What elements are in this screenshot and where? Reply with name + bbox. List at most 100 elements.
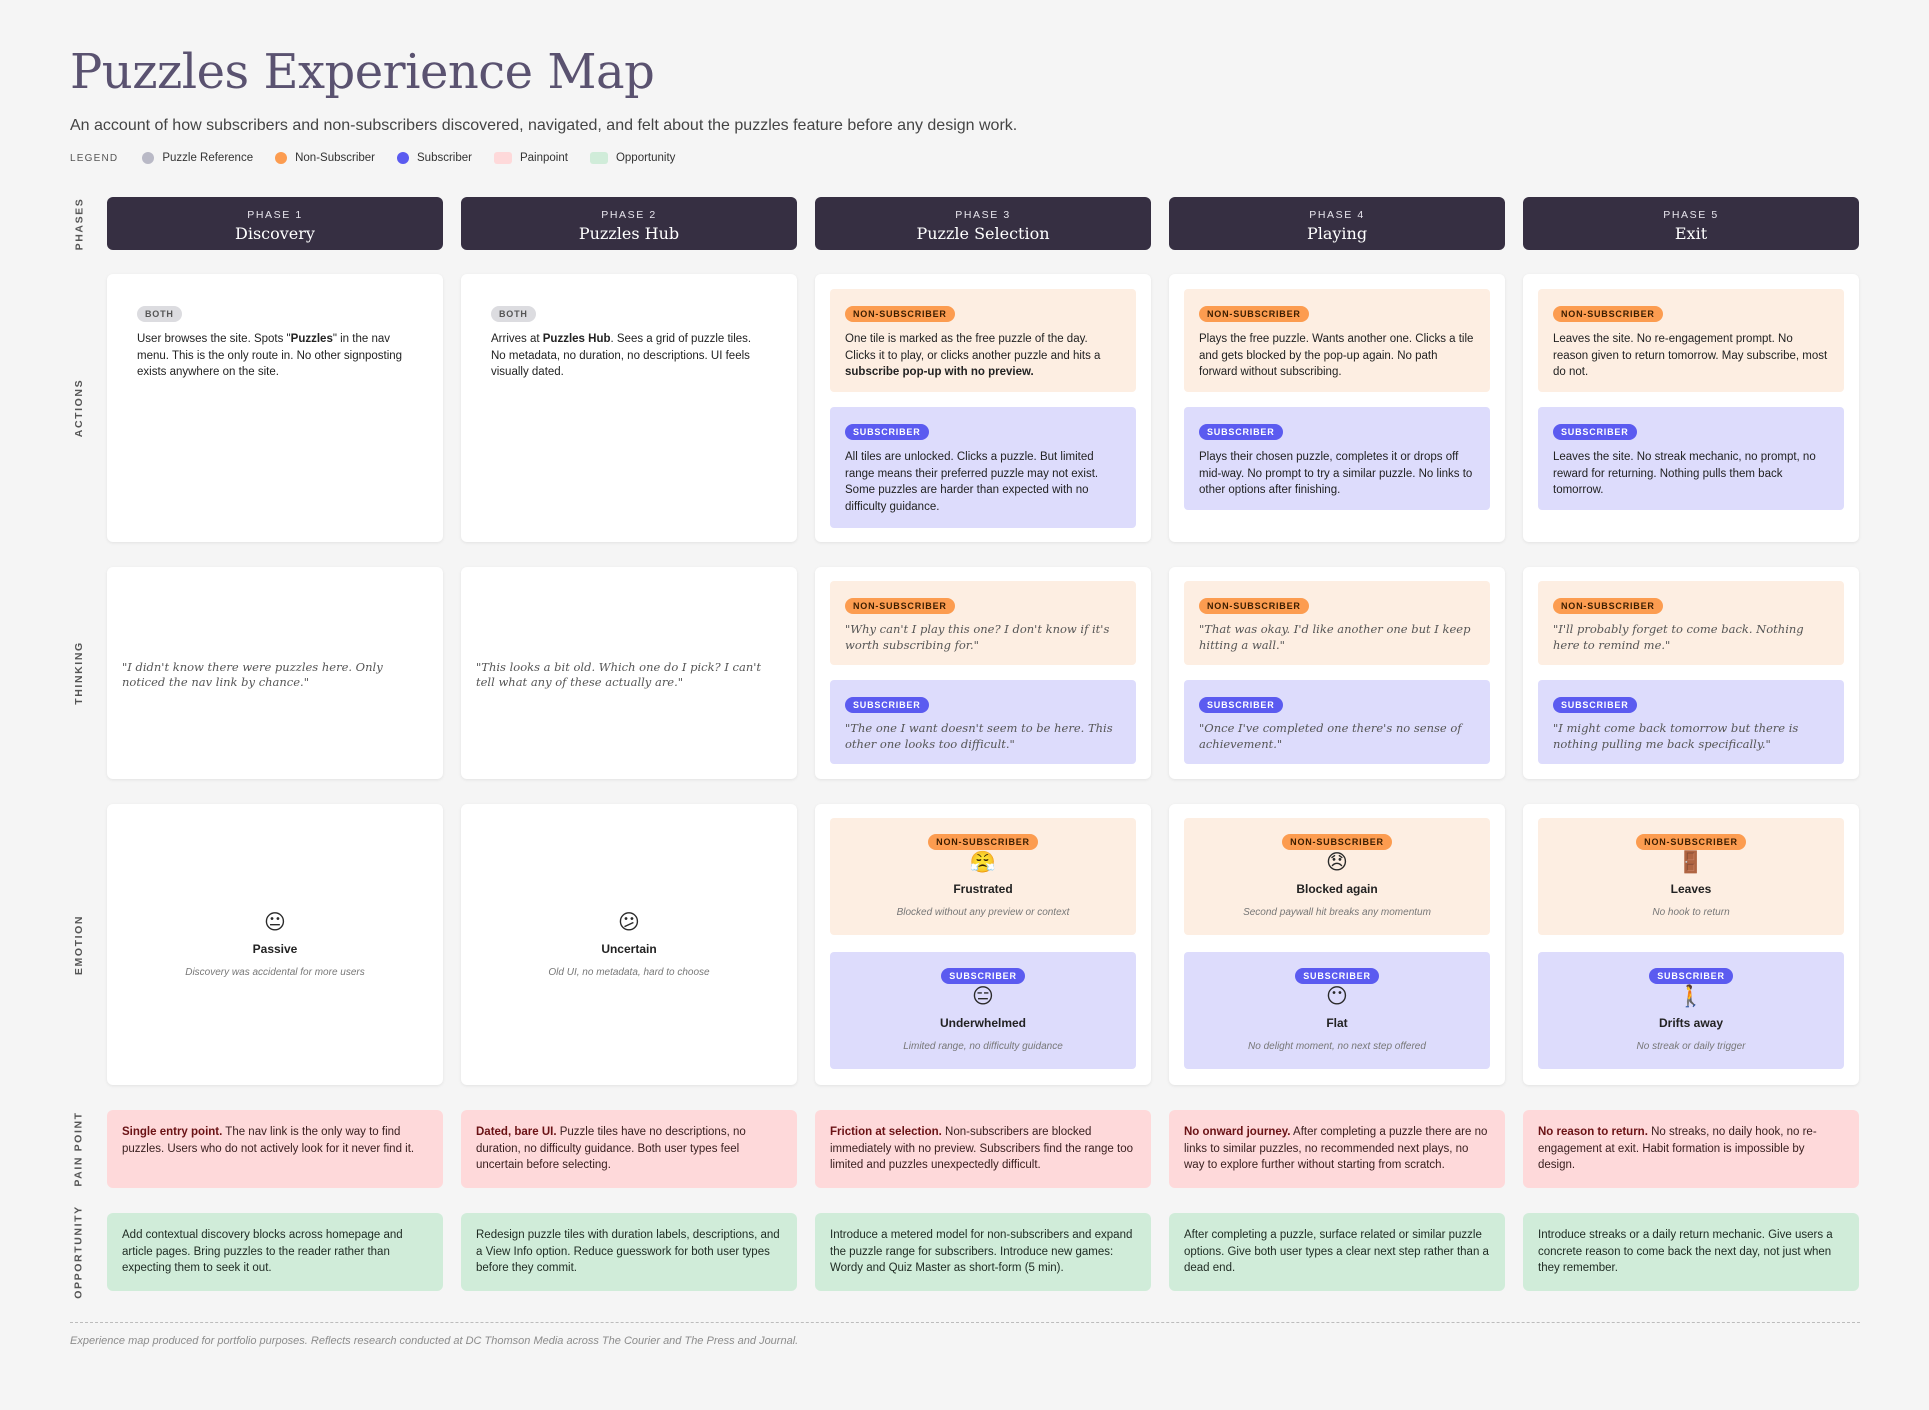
frustrated-face-icon: 😤	[969, 851, 997, 874]
phase-number: PHASE 4	[1309, 209, 1365, 221]
row-label-pain-point: PAIN POINT	[73, 1111, 85, 1187]
emotion-description: Limited range, no difficulty guidance	[903, 1041, 1063, 1052]
emotion-description: Second paywall hit breaks any momentum	[1243, 907, 1431, 918]
non-subscriber-thinking: NON-SUBSCRIBER "Why can't I play this on…	[830, 581, 1136, 665]
legend-item-opportunity: Opportunity	[589, 152, 676, 164]
thinking-card-puzzle-selection: NON-SUBSCRIBER "Why can't I play this on…	[815, 567, 1151, 779]
pain-point-puzzle-selection: Friction at selection. Non-subscribers a…	[815, 1110, 1151, 1188]
emotion-card-exit: NON-SUBSCRIBER 🚪 Leaves No hook to retur…	[1523, 804, 1859, 1085]
page-title: Puzzles Experience Map	[70, 44, 655, 100]
opportunity-exit: Introduce streaks or a daily return mech…	[1523, 1213, 1859, 1291]
tag-non-subscriber: NON-SUBSCRIBER	[845, 306, 955, 322]
actions-card-puzzle-selection: NON-SUBSCRIBER One tile is marked as the…	[815, 274, 1151, 542]
thinking-card-discovery: "I didn't know there were puzzles here. …	[107, 567, 443, 779]
expressionless-face-icon: 😑	[972, 985, 994, 1008]
phase-name: Discovery	[235, 224, 315, 243]
action-text: Arrives at Puzzles Hub. Sees a grid of p…	[491, 333, 752, 378]
subscriber-action: SUBSCRIBER Plays their chosen puzzle, co…	[1184, 407, 1490, 510]
row-label-opportunity: OPPORTUNITY	[73, 1205, 86, 1299]
thinking-quote: "The one I want doesn't seem to be here.…	[845, 721, 1113, 751]
tag-both: BOTH	[137, 306, 182, 322]
disappointed-face-icon: 😞	[1326, 851, 1348, 874]
tag-subscriber: SUBSCRIBER	[1553, 424, 1637, 440]
row-label-thinking: THINKING	[73, 641, 86, 705]
legend-swatch	[493, 152, 512, 164]
legend-item-label: Subscriber	[417, 152, 472, 164]
phase-number: PHASE 5	[1663, 209, 1719, 221]
action-text: All tiles are unlocked. Clicks a puzzle.…	[845, 451, 1099, 513]
thinking-quote: "I didn't know there were puzzles here. …	[122, 659, 383, 690]
thinking-quote: "I'll probably forget to come back. Noth…	[1553, 622, 1804, 652]
emotion-description: Blocked without any preview or context	[896, 907, 1070, 918]
emotion-description: Discovery was accidental for more users	[185, 967, 365, 978]
walking-person-icon: 🚶	[1677, 985, 1705, 1008]
thinking-quote: "This looks a bit old. Which one do I pi…	[476, 659, 762, 690]
phase-name: Playing	[1306, 224, 1368, 243]
legend-item-label: Non-Subscriber	[295, 152, 376, 164]
legend-swatch	[589, 152, 608, 164]
tag-subscriber: SUBSCRIBER	[1553, 697, 1637, 713]
row-label-emotion: EMOTION	[73, 914, 86, 975]
action-text: Leaves the site. No re-engagement prompt…	[1553, 333, 1828, 378]
tag-subscriber: SUBSCRIBER	[845, 424, 929, 440]
neutral-face-icon: 😐	[264, 911, 286, 934]
non-subscriber-action: NON-SUBSCRIBER One tile is marked as the…	[830, 289, 1136, 392]
emotion-label: Drifts away	[1658, 1016, 1724, 1030]
phase-header-puzzles-hub: PHASE 2 Puzzles Hub	[461, 197, 797, 250]
tag-non-subscriber: NON-SUBSCRIBER	[1282, 834, 1392, 850]
legend-label: LEGEND	[70, 152, 119, 164]
emotion-card-playing: NON-SUBSCRIBER 😞 Blocked again Second pa…	[1169, 804, 1505, 1085]
actions-card-discovery: BOTH User browses the site. Spots "Puzzl…	[107, 274, 443, 542]
action-text: Plays their chosen puzzle, completes it …	[1199, 451, 1473, 496]
thinking-quote: "That was okay. I'd like another one but…	[1199, 622, 1471, 652]
emotion-label: Underwhelmed	[939, 1016, 1026, 1030]
subscriber-thinking: SUBSCRIBER "Once I've completed one ther…	[1184, 680, 1490, 764]
emotion-label: Passive	[252, 942, 298, 956]
non-subscriber-action: NON-SUBSCRIBER Plays the free puzzle. Wa…	[1184, 289, 1490, 392]
emotion-card-puzzle-selection: NON-SUBSCRIBER 😤 Frustrated Blocked with…	[815, 804, 1151, 1085]
emotion-label: Uncertain	[601, 942, 657, 956]
subscriber-emotion: SUBSCRIBER 😶 Flat No delight moment, no …	[1184, 952, 1490, 1069]
emotion-description: Old UI, no metadata, hard to choose	[548, 967, 710, 978]
legend-item-painpoint: Painpoint	[493, 152, 568, 164]
emotion-description: No hook to return	[1652, 907, 1730, 918]
phase-name: Exit	[1674, 224, 1708, 243]
thinking-card-exit: NON-SUBSCRIBER "I'll probably forget to …	[1523, 567, 1859, 779]
non-subscriber-emotion: NON-SUBSCRIBER 😞 Blocked again Second pa…	[1184, 818, 1490, 935]
legend-item-puzzle-reference: Puzzle Reference	[142, 152, 253, 164]
tag-non-subscriber: NON-SUBSCRIBER	[1199, 306, 1309, 322]
phase-number: PHASE 1	[247, 209, 303, 221]
opportunity-puzzles-hub: Redesign puzzle tiles with duration labe…	[461, 1213, 797, 1291]
actions-card-exit: NON-SUBSCRIBER Leaves the site. No re-en…	[1523, 274, 1859, 542]
emotion-label: Blocked again	[1296, 882, 1378, 896]
row-label-actions: ACTIONS	[73, 378, 86, 438]
emotion-description: No streak or daily trigger	[1636, 1041, 1746, 1052]
tag-non-subscriber: NON-SUBSCRIBER	[1199, 598, 1309, 614]
legend-swatch	[397, 152, 410, 164]
subscriber-thinking: SUBSCRIBER "The one I want doesn't seem …	[830, 680, 1136, 764]
pain-point-puzzles-hub: Dated, bare UI. Puzzle tiles have no des…	[461, 1110, 797, 1188]
action-text: Plays the free puzzle. Wants another one…	[1199, 333, 1474, 378]
confused-face-icon: 😕	[618, 911, 640, 934]
subscriber-action: SUBSCRIBER Leaves the site. No streak me…	[1538, 407, 1844, 510]
non-subscriber-emotion: NON-SUBSCRIBER 🚪 Leaves No hook to retur…	[1538, 818, 1844, 935]
phase-name: Puzzles Hub	[578, 224, 680, 243]
tag-non-subscriber: NON-SUBSCRIBER	[845, 598, 955, 614]
legend-item-label: Puzzle Reference	[162, 152, 254, 164]
actions-card-playing: NON-SUBSCRIBER Plays the free puzzle. Wa…	[1169, 274, 1505, 542]
emotion-content: 😕 Uncertain Old UI, no metadata, hard to…	[461, 910, 797, 978]
pain-point-exit: No reason to return. No streaks, no dail…	[1523, 1110, 1859, 1188]
no-mouth-face-icon: 😶	[1326, 985, 1348, 1008]
phase-number: PHASE 2	[601, 209, 657, 221]
legend-item-label: Opportunity	[615, 152, 676, 164]
pain-point-discovery: Single entry point. The nav link is the …	[107, 1110, 443, 1188]
subscriber-action: SUBSCRIBER All tiles are unlocked. Click…	[830, 407, 1136, 528]
phase-header-exit: PHASE 5 Exit	[1523, 197, 1859, 250]
emotion-label: Leaves	[1670, 882, 1712, 896]
phase-number: PHASE 3	[955, 209, 1011, 221]
subscriber-thinking: SUBSCRIBER "I might come back tomorrow b…	[1538, 680, 1844, 764]
tag-non-subscriber: NON-SUBSCRIBER	[928, 834, 1038, 850]
thinking-card-playing: NON-SUBSCRIBER "That was okay. I'd like …	[1169, 567, 1505, 779]
thinking-quote: "Once I've completed one there's no sens…	[1199, 721, 1462, 751]
action-text: Leaves the site. No streak mechanic, no …	[1553, 451, 1816, 496]
